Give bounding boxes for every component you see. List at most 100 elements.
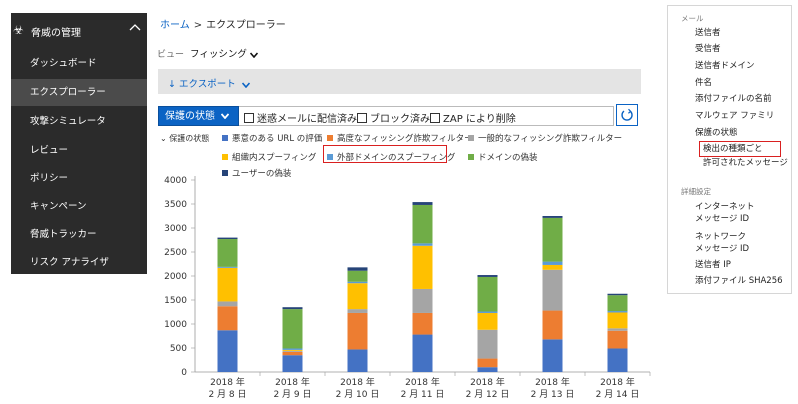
bar-segment[interactable] [347,349,368,372]
bar-segment[interactable] [607,330,628,349]
bar-segment[interactable] [217,301,238,307]
sidebar-item-risk-analyzer[interactable]: リスク アナライザ [11,249,147,276]
bar-segment[interactable] [282,348,303,350]
legend-label: 組織内スプーフィング [232,153,317,163]
sidebar-item-review[interactable]: レビュー [11,137,147,164]
bar-segment[interactable] [282,351,303,356]
bar-segment[interactable] [217,306,238,331]
view-selector[interactable]: ビュー フィッシング [157,46,258,60]
bar-segment[interactable] [282,349,303,351]
bar-segment[interactable] [477,329,498,359]
pivot-subject[interactable]: 件名 [695,77,712,90]
checkbox-zap-removed[interactable]: ZAP により削除 [430,110,516,125]
bar-segment[interactable] [412,202,433,205]
legend-item-external-domain-spoof[interactable]: 外部ドメインのスプーフィング [327,151,455,163]
export-button[interactable]: ↓ エクスポート [168,76,250,90]
checkbox-blocked[interactable]: ブロック済み [357,110,430,125]
refresh-button[interactable] [616,104,638,126]
bar-segment[interactable] [607,293,628,296]
legend-title[interactable]: ⌄ 保護の状態 [160,133,209,144]
sidebar-item-campaigns[interactable]: キャンペーン [11,193,147,220]
bar-segment[interactable] [607,328,628,331]
bar-segment[interactable] [607,348,628,372]
legend-label: 高度なフィッシング詐欺フィルター [337,134,473,144]
bar-segment[interactable] [282,307,303,310]
pivot-protection-state[interactable]: 保護の状態 [695,127,738,140]
bar-segment[interactable] [347,283,368,310]
bar-segment[interactable] [217,239,238,267]
bar-segment[interactable] [542,216,563,218]
bar-segment[interactable] [347,267,368,271]
bar-segment[interactable] [282,309,303,349]
bar-segment[interactable] [607,311,628,313]
bar-segment[interactable] [412,334,433,372]
sidebar-item-attack-simulator[interactable]: 攻撃シミュレータ [11,108,147,135]
bar-segment[interactable] [217,267,238,302]
bar-segment[interactable] [607,312,628,329]
bar-segment[interactable] [347,281,368,284]
bar-segment[interactable] [282,350,303,352]
bar-segment[interactable] [412,245,433,289]
bar-segment[interactable] [477,275,498,277]
bar-segment[interactable] [217,330,238,372]
pivot-internet-message-id[interactable]: インターネット メッセージ ID [695,201,757,225]
pivot-sender[interactable]: 送信者 [695,27,721,40]
bar-segment[interactable] [412,312,433,335]
pivot-recipient[interactable]: 受信者 [695,43,721,56]
bar-segment[interactable] [347,312,368,350]
pivot-sender-ip[interactable]: 送信者 IP [695,259,731,272]
legend-item-general-phish-filter[interactable]: 一般的なフィッシング詐欺フィルター [468,132,622,144]
legend-item-domain-impersonation[interactable]: ドメインの偽装 [468,151,538,163]
y-tick-label: 0 [181,368,187,378]
chevron-down-icon [249,51,258,58]
y-tick-label: 3500 [164,200,187,210]
bar-segment[interactable] [347,270,368,282]
bar-segment[interactable] [347,309,368,313]
bar-segment[interactable] [607,295,628,312]
bar-segment[interactable] [477,276,498,312]
pivot-attachment-name[interactable]: 添付ファイルの名前 [695,93,772,106]
checkbox-box[interactable] [244,112,254,123]
y-tick-label: 1500 [164,296,187,306]
pivot-network-message-id[interactable]: ネットワーク メッセージ ID [695,231,757,255]
pivot-malware-family[interactable]: マルウェア ファミリ [695,110,774,123]
sidebar-header-threat-management[interactable]: ☣ 脅威の管理 [11,13,147,49]
bar-segment[interactable] [217,237,238,240]
bar-segment[interactable] [477,311,498,313]
bar-segment[interactable] [542,269,563,311]
y-tick-label: 3000 [164,224,187,234]
bar-segment[interactable] [217,266,238,268]
bar-segment[interactable] [412,288,433,313]
pivot-sender-domain[interactable]: 送信者ドメイン [695,60,755,73]
breadcrumb-current: エクスプローラー [206,20,286,31]
breadcrumb-home-link[interactable]: ホーム [160,20,190,31]
bar-segment[interactable] [477,358,498,368]
bar-segment[interactable] [542,264,563,270]
pivot-by-detection-type[interactable]: 検出の種類ごと [703,143,763,156]
protection-state-dropdown[interactable]: 保護の状態 [158,106,239,126]
bar-segment[interactable] [542,261,563,265]
x-tick-label-date: 2 月 14 日 [596,389,640,400]
bar-segment[interactable] [477,367,498,372]
checkbox-delivered-to-junk[interactable]: 迷惑メールに配信済み [244,110,357,125]
chevron-up-icon[interactable] [129,22,141,34]
sidebar-item-threat-tracker[interactable]: 脅威トラッカー [11,221,147,248]
legend-item-intra-org-spoof[interactable]: 組織内スプーフィング [222,151,316,163]
bar-segment[interactable] [477,312,498,330]
pivot-attachment-sha256[interactable]: 添付ファイル SHA256 [695,275,783,288]
bar-segment[interactable] [542,310,563,340]
sidebar-item-dashboard[interactable]: ダッシュボード [11,50,147,77]
checkbox-label: ブロック済み [370,114,430,125]
legend-item-advanced-phish-filter[interactable]: 高度なフィッシング詐欺フィルター [327,132,473,144]
sidebar-item-explorer[interactable]: エクスプローラー [11,79,147,106]
bar-segment[interactable] [412,243,433,246]
bar-segment[interactable] [412,204,433,244]
bar-segment[interactable] [282,355,303,372]
sidebar-item-policy[interactable]: ポリシー [11,165,147,192]
checkbox-box[interactable] [430,112,440,123]
checkbox-box[interactable] [357,112,367,123]
bar-segment[interactable] [542,217,563,262]
legend-item-malicious-url[interactable]: 悪意のある URL の評価 [222,132,322,144]
bar-segment[interactable] [542,339,563,372]
pivot-allowed-messages[interactable]: 許可されたメッセージ [703,157,793,169]
